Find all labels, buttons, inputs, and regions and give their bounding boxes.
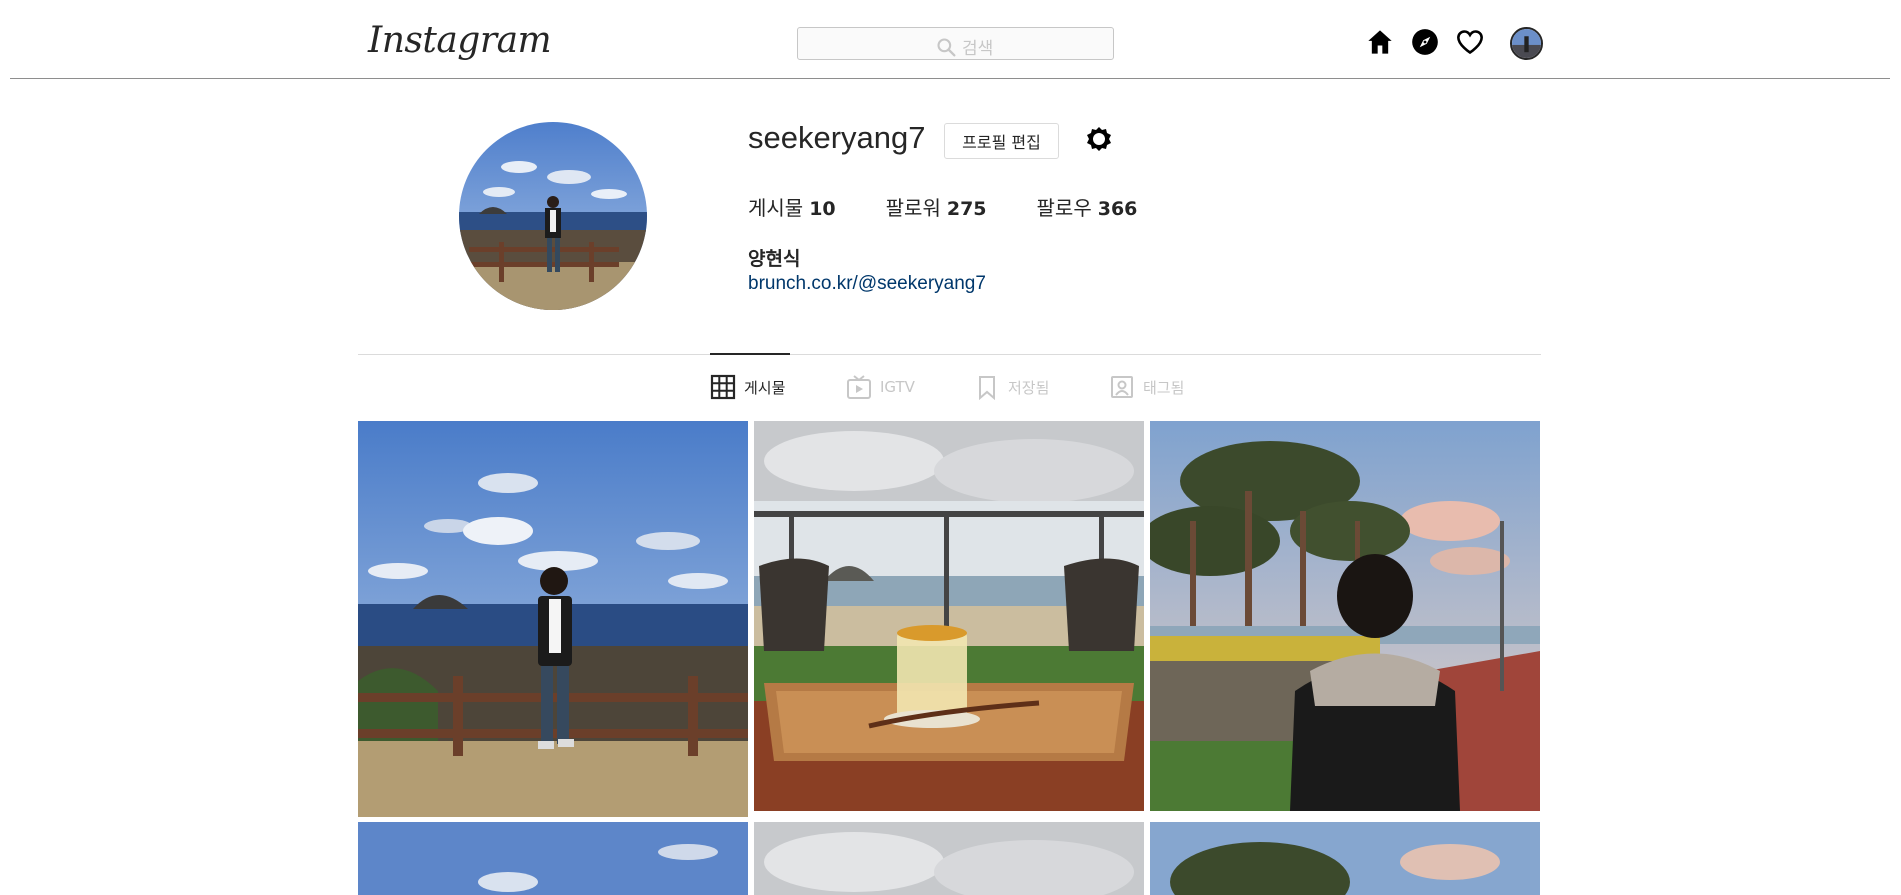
profile-stats: 게시물 10 팔로워 275 팔로우 366: [748, 192, 1187, 221]
profile-full-name: 양현식: [748, 248, 801, 270]
profile-bio-link[interactable]: brunch.co.kr/@seekeryang7: [748, 273, 986, 295]
avatar[interactable]: [1510, 27, 1543, 60]
post-thumbnail[interactable]: [754, 822, 1144, 895]
stat-followers-value: 275: [946, 198, 987, 220]
explore-icon[interactable]: [1410, 27, 1440, 57]
tab-igtv-label: IGTV: [880, 378, 915, 396]
top-nav-bar: Instagram 검색: [10, 0, 1890, 79]
active-tab-indicator: [710, 353, 790, 355]
stat-posts-label: 게시물: [748, 196, 804, 220]
bookmark-icon: [979, 376, 995, 400]
tab-tagged-label: 태그됨: [1143, 378, 1185, 397]
tab-posts[interactable]: 게시물: [710, 374, 785, 400]
tab-saved-label: 저장됨: [1008, 378, 1050, 397]
igtv-icon: [847, 375, 871, 399]
profile-avatar[interactable]: [459, 122, 647, 310]
stat-following[interactable]: 팔로우 366: [1037, 192, 1138, 221]
stat-following-value: 366: [1097, 198, 1138, 220]
post-thumbnail[interactable]: [1150, 421, 1540, 811]
tab-tagged[interactable]: 태그됨: [1109, 374, 1184, 400]
heart-icon[interactable]: [1455, 27, 1485, 57]
post-thumbnail[interactable]: [1150, 822, 1540, 895]
grid-icon: [710, 374, 736, 400]
stat-followers[interactable]: 팔로워 275: [886, 192, 987, 221]
post-thumbnail[interactable]: [754, 421, 1144, 811]
home-icon[interactable]: [1365, 27, 1395, 57]
search-icon: [937, 37, 956, 56]
post-thumbnail[interactable]: [358, 822, 748, 895]
stat-following-label: 팔로우: [1036, 196, 1092, 220]
tagged-icon: [1111, 376, 1133, 398]
tabs-divider: [358, 354, 1541, 355]
search-input[interactable]: 검색: [797, 27, 1114, 60]
search-placeholder: 검색: [962, 39, 994, 59]
stat-followers-label: 팔로워: [885, 196, 941, 220]
edit-profile-button[interactable]: 프로필 편집: [944, 123, 1059, 159]
post-thumbnail[interactable]: [358, 421, 748, 817]
tab-saved[interactable]: 저장됨: [974, 374, 1049, 400]
stat-posts: 게시물 10: [748, 192, 836, 221]
tab-igtv[interactable]: IGTV: [846, 374, 915, 400]
tab-posts-label: 게시물: [744, 378, 786, 397]
stat-posts-value: 10: [809, 198, 836, 220]
settings-gear-icon[interactable]: [1083, 124, 1115, 156]
instagram-logo[interactable]: Instagram: [368, 14, 552, 68]
profile-username: seekeryang7: [748, 120, 926, 155]
